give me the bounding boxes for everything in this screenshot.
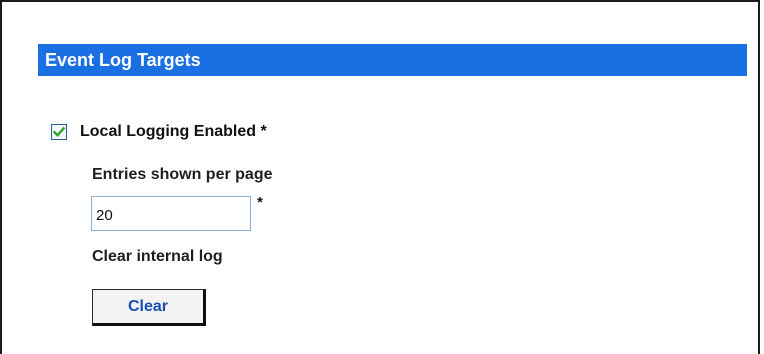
local-logging-label: Local Logging Enabled * [80, 123, 267, 140]
clear-log-label: Clear internal log [92, 248, 223, 265]
event-log-panel: Event Log Targets Local Logging Enabled … [0, 0, 760, 354]
required-marker: * [257, 194, 263, 211]
local-logging-checkbox[interactable] [51, 124, 67, 140]
local-logging-row: Local Logging Enabled * [51, 122, 267, 142]
section-header: Event Log Targets [38, 44, 747, 76]
checkmark-icon [52, 126, 66, 138]
entries-per-page-input[interactable] [91, 196, 251, 231]
clear-button[interactable]: Clear [92, 289, 206, 326]
entries-per-page-label: Entries shown per page [92, 166, 273, 183]
section-title: Event Log Targets [45, 49, 201, 70]
